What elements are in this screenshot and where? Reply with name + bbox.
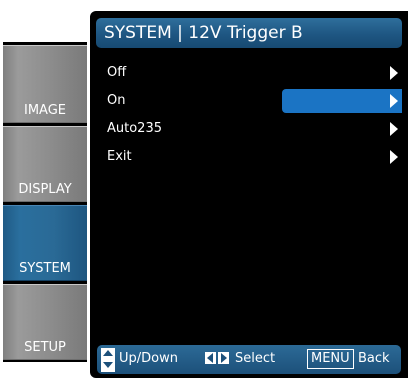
menu-item-label: On (107, 93, 126, 108)
tab-system-label: SYSTEM (19, 261, 71, 276)
help-bar: Up/Down Select MENU Back (97, 345, 401, 374)
menu-item-exit[interactable]: Exit (90, 145, 408, 169)
help-back-text: Back (358, 351, 390, 366)
tab-image-label: IMAGE (23, 103, 66, 118)
menu-item-on[interactable]: On (90, 89, 408, 113)
help-updown-text: Up/Down (119, 351, 178, 366)
menu-item-label: Exit (107, 149, 132, 164)
menu-item-label: Off (107, 65, 127, 80)
left-right-keys-icon (205, 352, 231, 366)
main-panel: SYSTEM | 12V Trigger B Off On Auto235 Ex… (90, 11, 408, 378)
tab-setup-label: SETUP (24, 340, 66, 355)
menu-item-label: Auto235 (107, 121, 162, 136)
tab-display-label: DISPLAY (18, 182, 72, 197)
menu-item-off[interactable]: Off (90, 61, 408, 85)
up-down-keys-icon (101, 348, 115, 372)
menu-key-badge: MENU (307, 349, 354, 369)
chevron-right-icon (390, 150, 398, 164)
page-title: SYSTEM | 12V Trigger B (96, 18, 402, 48)
selection-highlight (282, 89, 402, 113)
help-select-text: Select (235, 351, 276, 366)
chevron-right-icon (390, 122, 398, 136)
tab-display[interactable]: DISPLAY (3, 126, 87, 202)
tab-system[interactable]: SYSTEM (3, 205, 87, 281)
chevron-right-icon (390, 66, 398, 80)
chevron-right-icon (390, 94, 398, 108)
menu-item-auto235[interactable]: Auto235 (90, 117, 408, 141)
osd-menu-screen: IMAGE DISPLAY SYSTEM SETUP SYSTEM | 12V … (0, 0, 408, 378)
tab-image[interactable]: IMAGE (3, 45, 87, 123)
tab-setup[interactable]: SETUP (3, 284, 87, 360)
